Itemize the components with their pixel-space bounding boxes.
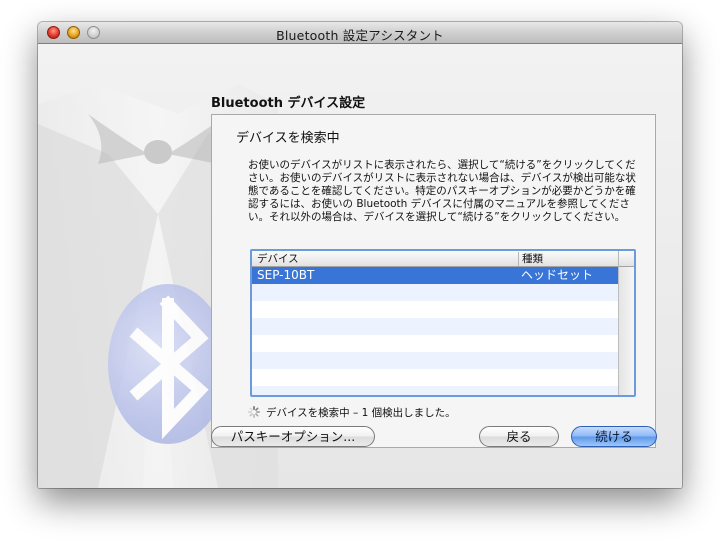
device-name: SEP-10BT — [257, 268, 315, 282]
status-text: デバイスを検索中 – 1 個検出しました。 — [266, 407, 456, 419]
bluetooth-icon — [108, 284, 228, 444]
instructions-text: お使いのデバイスがリストに表示されたら、選択して“続ける”をクリックしてください… — [248, 159, 636, 223]
stage: Bluetooth 設定アシスタント Bluetooth デバイス設定 デバイス… — [0, 0, 720, 542]
device-type: ヘッドセット — [521, 268, 594, 282]
column-header-device[interactable]: デバイス — [257, 252, 299, 266]
title-bar[interactable]: Bluetooth 設定アシスタント — [38, 22, 682, 44]
column-header-type[interactable]: 種類 — [518, 252, 543, 266]
back-button[interactable]: 戻る — [479, 426, 559, 447]
table-row-empty — [252, 284, 620, 301]
table-row[interactable]: SEP-10BT ヘッドセット — [252, 267, 620, 284]
table-row-empty — [252, 335, 620, 352]
table-row-empty — [252, 386, 620, 395]
table-row-empty — [252, 352, 620, 369]
column-header-end — [618, 251, 619, 267]
table-row-empty — [252, 318, 620, 335]
window-title: Bluetooth 設定アシスタント — [276, 28, 444, 43]
vertical-scrollbar[interactable] — [618, 267, 634, 395]
table-row-empty — [252, 369, 620, 386]
panel-title: デバイスを検索中 — [236, 131, 340, 146]
passkey-options-button[interactable]: パスキーオプション... — [211, 426, 375, 447]
device-list[interactable]: デバイス 種類 SEP-10BT ヘッドセット — [250, 249, 636, 397]
search-panel: デバイスを検索中 お使いのデバイスがリストに表示されたら、選択して“続ける”をク… — [211, 114, 656, 448]
table-header: デバイス 種類 — [252, 251, 634, 267]
table-rows: SEP-10BT ヘッドセット — [252, 267, 620, 395]
search-status: デバイスを検索中 – 1 個検出しました。 — [248, 406, 456, 420]
assistant-window: Bluetooth 設定アシスタント Bluetooth デバイス設定 デバイス… — [38, 22, 682, 488]
spinner-icon — [248, 406, 260, 418]
table-row-empty — [252, 301, 620, 318]
page-heading: Bluetooth デバイス設定 — [211, 96, 366, 111]
continue-button[interactable]: 続ける — [571, 426, 657, 447]
window-content: Bluetooth デバイス設定 デバイスを検索中 お使いのデバイスがリストに表… — [38, 44, 682, 488]
